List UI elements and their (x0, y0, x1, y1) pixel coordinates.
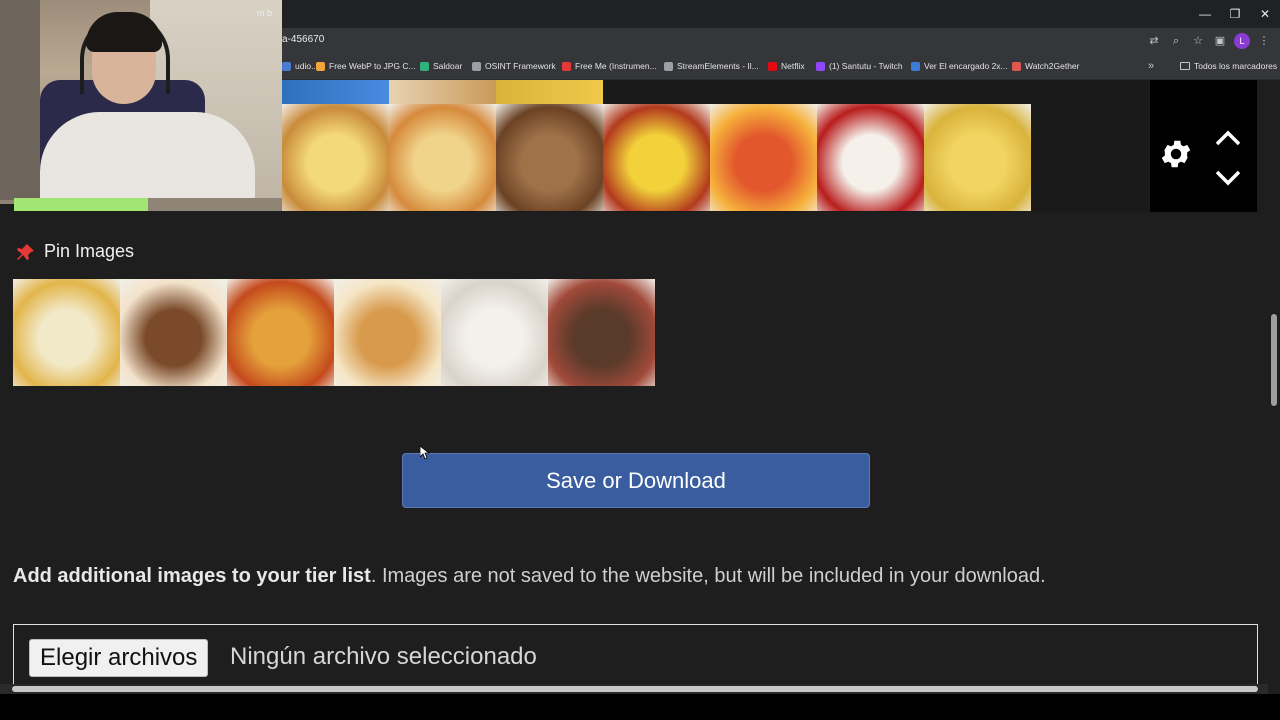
vertical-scroll-thumb[interactable] (1271, 314, 1277, 406)
minimize-button[interactable]: — (1190, 4, 1220, 24)
bookmark-label: Ver El encargado 2x... (924, 61, 1008, 71)
webcam-overlay: m b (0, 0, 282, 204)
all-bookmarks-button[interactable]: Todos los marcadores (1180, 61, 1277, 71)
pushpin-icon (17, 243, 34, 260)
bookmark-favicon-icon (1012, 61, 1021, 71)
mouse-cursor-icon (420, 446, 430, 460)
tier-label-swatch[interactable] (14, 198, 148, 211)
bookmark-item[interactable]: Saldoar (420, 61, 462, 71)
food-image-cannelloni[interactable] (389, 104, 496, 211)
chevron-up-icon[interactable] (1212, 126, 1244, 150)
bookmark-item[interactable]: StreamElements - Il... (664, 61, 759, 71)
bookmark-item[interactable]: OSINT Framework (472, 61, 556, 71)
menu-icon[interactable]: ⋮ (1256, 33, 1272, 49)
profile-avatar[interactable]: L (1234, 33, 1250, 49)
bookmark-label: (1) Santutu - Twitch (829, 61, 903, 71)
food-image-croquettes[interactable] (496, 104, 603, 211)
tier-row (282, 104, 1150, 212)
file-status: Ningún archivo seleccionado (230, 643, 537, 670)
bookmark-favicon-icon (816, 61, 825, 71)
food-image-waffle[interactable] (334, 279, 441, 386)
tier-row-top (282, 80, 1150, 104)
zoom-icon[interactable]: ⌕ (1168, 33, 1184, 49)
food-image-chicken-soup[interactable] (13, 279, 120, 386)
restore-button[interactable]: ❐ (1220, 4, 1250, 24)
bookmark-favicon-icon (768, 61, 777, 71)
bookmark-star-icon[interactable]: ☆ (1190, 33, 1206, 49)
additional-images-info: Add additional images to your tier list.… (13, 565, 1046, 588)
file-upload-area: Elegir archivos Ningún archivo seleccion… (13, 624, 1258, 688)
food-image-strawberries-cream[interactable] (817, 104, 924, 211)
horizontal-scroll-thumb[interactable] (12, 686, 1258, 692)
bookmark-label: Free Me (Instrumen... (575, 61, 657, 71)
chevron-down-icon[interactable] (1212, 166, 1244, 190)
food-image-partial[interactable] (282, 80, 389, 104)
bookmark-label: Netflix (781, 61, 805, 71)
info-text: . Images are not saved to the website, b… (370, 565, 1046, 587)
bookmark-favicon-icon (420, 61, 429, 71)
food-image-sponge-cake[interactable] (282, 104, 389, 211)
bookmark-favicon-icon (911, 61, 920, 71)
url-text[interactable]: a-456670 (282, 34, 324, 45)
bookmark-item[interactable]: Watch2Gether (1012, 61, 1080, 71)
bookmark-favicon-icon (472, 61, 481, 71)
food-image-omelette[interactable] (924, 104, 1031, 211)
close-button[interactable]: ✕ (1250, 4, 1280, 24)
food-image-grilled-meat[interactable] (548, 279, 655, 386)
bookmark-label: StreamElements - Il... (677, 61, 759, 71)
bookmark-label: udio... (295, 61, 319, 71)
webcam-label: m b (257, 8, 273, 18)
gear-icon[interactable] (1158, 136, 1194, 172)
save-or-download-button[interactable]: Save or Download (402, 453, 870, 508)
vertical-scrollbar[interactable] (1268, 80, 1280, 684)
food-image-stew[interactable] (710, 104, 817, 211)
food-image-polenta-with-sauce[interactable] (603, 104, 710, 211)
bookmark-label: Watch2Gether (1025, 61, 1080, 71)
bookmarks-overflow-button[interactable]: » (1148, 60, 1154, 72)
bookmark-favicon-icon (664, 61, 673, 71)
food-image-partial[interactable] (496, 80, 603, 104)
bookmark-favicon-icon (562, 61, 571, 71)
bookmark-favicon-icon (316, 61, 325, 71)
bookmark-item[interactable]: Free WebP to JPG C... (316, 61, 416, 71)
tier-controls (1150, 80, 1257, 212)
food-image-layer-cake[interactable] (120, 279, 227, 386)
food-image-partial[interactable] (389, 80, 496, 104)
bookmark-item[interactable]: udio... (282, 61, 318, 71)
bookmark-label: Saldoar (433, 61, 463, 71)
horizontal-scrollbar[interactable] (0, 684, 1268, 694)
bookmark-label: OSINT Framework (485, 61, 556, 71)
bookmark-item[interactable]: Free Me (Instrumen... (562, 61, 657, 71)
bookmark-label: Free WebP to JPG C... (329, 61, 416, 71)
food-image-spaghetti[interactable] (227, 279, 334, 386)
folder-icon (1180, 62, 1190, 70)
bookmark-item[interactable]: Ver El encargado 2x... (911, 61, 1008, 71)
pin-images-heading: Pin Images (16, 241, 134, 262)
translate-icon[interactable]: ⇄ (1146, 33, 1162, 49)
bookmark-item[interactable]: (1) Santutu - Twitch (816, 61, 903, 71)
food-image-white-cake[interactable] (441, 279, 548, 386)
browser-window: — ❐ ✕ a-456670 ⇄ ⌕ ☆ ▣ L ⋮ » Todos los m… (0, 0, 1280, 720)
extensions-icon[interactable]: ▣ (1212, 33, 1228, 49)
bookmark-favicon-icon (282, 61, 291, 71)
pin-images-title: Pin Images (44, 241, 135, 261)
all-bookmarks-label: Todos los marcadores (1194, 61, 1278, 71)
bookmark-item[interactable]: Netflix (768, 61, 805, 71)
info-bold: Add additional images to your tier list (13, 565, 371, 587)
choose-files-button[interactable]: Elegir archivos (29, 639, 209, 677)
